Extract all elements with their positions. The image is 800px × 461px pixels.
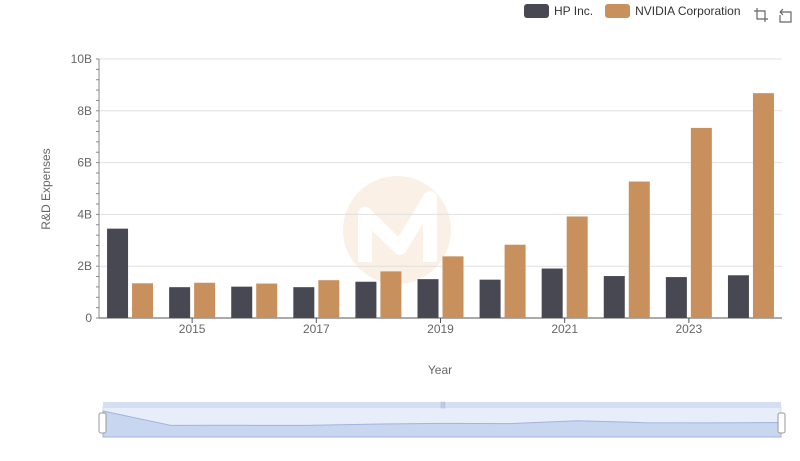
y-tick-label: 4B bbox=[77, 207, 92, 221]
bar-hp-2020 bbox=[479, 279, 501, 318]
y-tick-label: 2B bbox=[77, 259, 92, 273]
bar-nvidia-2016 bbox=[256, 283, 278, 318]
legend-item-hp[interactable]: HP Inc. bbox=[524, 4, 593, 18]
chart-area: 0 2B 4B 6B 8B 10B 2015 2017 2019 2021 2023 Year R&D … bbox=[39, 52, 786, 438]
toolbox bbox=[746, 6, 794, 24]
legend: HP Inc. NVIDIA Corporation bbox=[524, 4, 753, 18]
bar-nvidia-2015 bbox=[194, 282, 216, 318]
legend-item-nvidia[interactable]: NVIDIA Corporation bbox=[605, 4, 741, 18]
bar-nvidia-2014 bbox=[132, 283, 154, 318]
legend-label-hp: HP Inc. bbox=[554, 4, 594, 18]
data-zoom-slider[interactable]: ||| bbox=[98, 402, 786, 438]
bar-hp-2022 bbox=[603, 276, 625, 318]
zoom-icon[interactable] bbox=[752, 6, 770, 24]
legend-swatch-hp bbox=[524, 4, 549, 18]
bar-nvidia-2019 bbox=[442, 256, 464, 318]
bar-hp-2024 bbox=[727, 275, 749, 318]
restore-icon[interactable] bbox=[776, 6, 794, 24]
bar-hp-2023 bbox=[665, 277, 687, 318]
y-tick-label: 0 bbox=[85, 311, 92, 325]
x-tick-label: 2015 bbox=[179, 322, 206, 336]
zoom-drag-grip: ||| bbox=[440, 402, 446, 409]
bar-hp-2018 bbox=[355, 281, 377, 318]
bar-hp-2015 bbox=[169, 287, 191, 318]
y-tick-label: 6B bbox=[77, 156, 92, 170]
y-tick-label: 8B bbox=[77, 104, 92, 118]
bar-nvidia-2024 bbox=[752, 93, 774, 318]
y-tick-label: 10B bbox=[71, 52, 92, 66]
bar-nvidia-2023 bbox=[690, 127, 712, 318]
watermark-logo bbox=[343, 176, 451, 284]
bar-hp-2017 bbox=[293, 287, 315, 318]
bar-hp-2016 bbox=[231, 286, 253, 318]
x-tick-label: 2023 bbox=[676, 322, 703, 336]
zoom-handle-right[interactable] bbox=[777, 412, 786, 434]
legend-label-nvidia: NVIDIA Corporation bbox=[635, 4, 741, 18]
bar-nvidia-2022 bbox=[628, 181, 650, 318]
bar-nvidia-2020 bbox=[504, 244, 526, 318]
bar-nvidia-2021 bbox=[566, 216, 588, 318]
bar-nvidia-2018 bbox=[380, 271, 402, 318]
x-tick-label: 2021 bbox=[551, 322, 578, 336]
x-axis-title: Year bbox=[428, 363, 452, 377]
bar-nvidia-2017 bbox=[318, 280, 340, 318]
x-tick-label: 2017 bbox=[303, 322, 330, 336]
bar-hp-2021 bbox=[541, 268, 563, 318]
bar-hp-2014 bbox=[107, 228, 129, 318]
x-tick-label: 2019 bbox=[427, 322, 454, 336]
zoom-handle-left[interactable] bbox=[98, 412, 107, 434]
bar-hp-2019 bbox=[417, 279, 439, 318]
legend-swatch-nvidia bbox=[605, 4, 631, 18]
y-axis-title: R&D Expenses bbox=[39, 148, 53, 229]
